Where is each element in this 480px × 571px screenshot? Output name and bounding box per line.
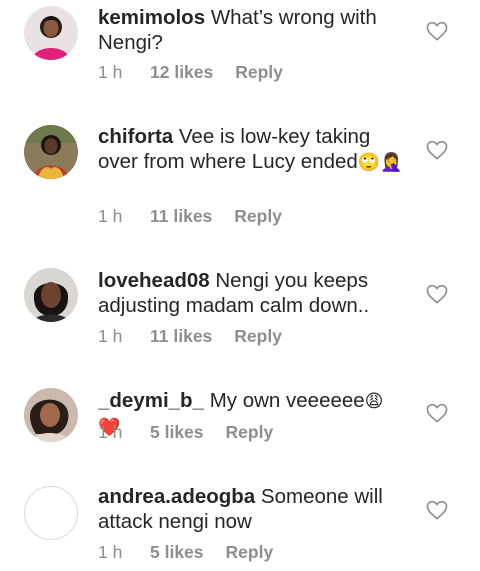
comment-likes[interactable]: 11 likes (150, 326, 212, 347)
comment-meta: 1 h 5 likes Reply (98, 542, 273, 563)
comment-username[interactable]: chiforta (98, 125, 173, 148)
reply-button[interactable]: Reply (226, 422, 274, 443)
reply-button[interactable]: Reply (226, 542, 274, 563)
comment-text: My own veeeeee (209, 389, 365, 412)
comment-username[interactable]: lovehead08 (98, 269, 210, 292)
comment-body: kemimolos What’s wrong with Nengi? (98, 5, 404, 55)
comment-username[interactable]: kemimolos (98, 6, 205, 29)
comment-time: 1 h (98, 62, 123, 82)
heart-icon[interactable] (426, 21, 448, 41)
woman-selfie-avatar-icon (24, 388, 78, 442)
reply-button[interactable]: Reply (235, 62, 283, 83)
comment-likes[interactable]: 5 likes (150, 542, 204, 563)
comment-username[interactable]: andrea.adeogba (98, 485, 255, 508)
avatar[interactable] (24, 388, 78, 442)
avatar[interactable] (24, 6, 78, 60)
comment-username[interactable]: _deymi_b_ (98, 389, 204, 412)
heart-icon[interactable] (426, 403, 448, 423)
woman-closeup-avatar-icon (24, 268, 78, 322)
woman-avatar-icon (24, 6, 78, 60)
heart-icon[interactable] (426, 284, 448, 304)
comment-meta: 1 h 11 likes Reply (98, 206, 282, 227)
reply-button[interactable]: Reply (234, 326, 282, 347)
comment-time: 1 h (98, 542, 123, 562)
comment-likes[interactable]: 11 likes (150, 206, 212, 227)
heart-icon[interactable] (426, 500, 448, 520)
comment-time: 1 h (98, 326, 123, 346)
heart-icon[interactable] (426, 140, 448, 160)
comment-meta: 1 h 5 likes Reply (98, 422, 273, 443)
avatar[interactable] (24, 268, 78, 322)
reply-button[interactable]: Reply (234, 206, 282, 227)
comment-meta: 1 h 11 likes Reply (98, 326, 282, 347)
comment-body: lovehead08 Nengi you keeps adjusting mad… (98, 268, 404, 318)
comment-likes[interactable]: 12 likes (150, 62, 213, 83)
woman-portrait-avatar-icon (24, 125, 78, 179)
comment-body: chiforta Vee is low-key taking over from… (98, 124, 404, 175)
avatar[interactable] (24, 125, 78, 179)
comment-emoji: 🙄🤦‍♀️ (357, 152, 403, 173)
comment-time: 1 h (98, 422, 123, 442)
comment-body: andrea.adeogba Someone will attack nengi… (98, 484, 404, 534)
comment-meta: 1 h 12 likes Reply (98, 62, 283, 83)
comment-likes[interactable]: 5 likes (150, 422, 204, 443)
comment-time: 1 h (98, 206, 123, 226)
avatar[interactable] (24, 486, 78, 540)
